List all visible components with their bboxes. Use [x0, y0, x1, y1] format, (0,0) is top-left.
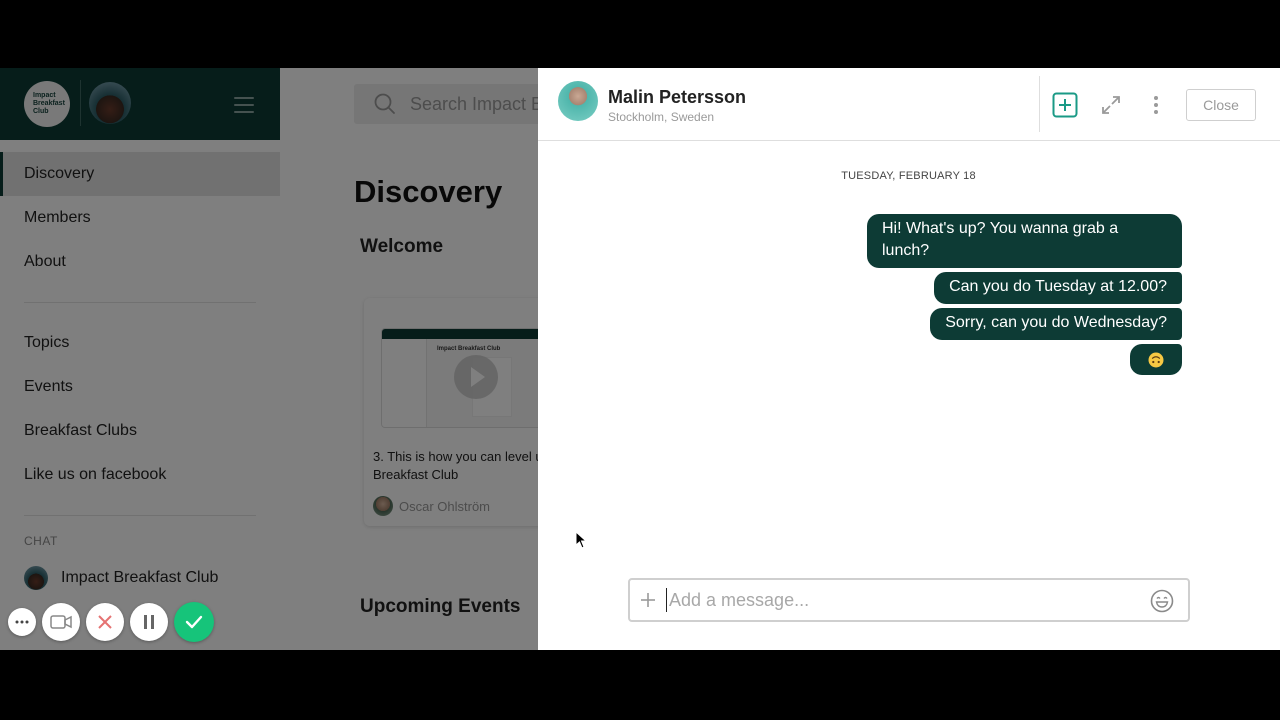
checkmark-icon: [185, 615, 203, 629]
expand-button[interactable]: [1098, 92, 1124, 118]
contact-location: Stockholm, Sweden: [608, 110, 715, 124]
chat-panel: Malin Petersson Stockholm, Sweden Close …: [538, 68, 1280, 650]
add-participant-button[interactable]: [1052, 92, 1078, 118]
contact-name[interactable]: Malin Petersson: [608, 87, 746, 108]
close-icon: [98, 615, 112, 629]
header-divider: [1039, 76, 1040, 132]
expand-icon: [1102, 96, 1120, 114]
message-list: Hi! What's up? You wanna grab a lunch? C…: [538, 214, 1182, 379]
message-composer: [628, 578, 1190, 622]
recording-controls: [8, 602, 220, 642]
horizontal-dots-icon: [15, 620, 29, 624]
upside-down-face-icon: [1148, 352, 1164, 367]
smiley-icon[interactable]: [1150, 589, 1174, 613]
attach-plus-icon[interactable]: [640, 592, 656, 608]
chat-header: Malin Petersson Stockholm, Sweden Close: [538, 68, 1280, 141]
contact-avatar[interactable]: [558, 81, 598, 121]
pause-icon: [144, 615, 154, 629]
recorder-more-button[interactable]: [8, 608, 36, 636]
mouse-cursor-icon: [575, 531, 587, 549]
emoji-message-bubble[interactable]: [1130, 344, 1182, 375]
app-window: Impact Breakfast Club Discovery Members …: [0, 68, 1280, 650]
message-bubble[interactable]: Can you do Tuesday at 12.00?: [934, 272, 1182, 304]
date-separator: TUESDAY, FEBRUARY 18: [841, 170, 976, 182]
more-options-button[interactable]: [1143, 92, 1169, 118]
camera-icon: [50, 615, 72, 629]
finish-recording-button[interactable]: [174, 602, 214, 642]
message-bubble[interactable]: Sorry, can you do Wednesday?: [930, 308, 1182, 340]
camera-toggle-button[interactable]: [42, 603, 80, 641]
message-bubble[interactable]: Hi! What's up? You wanna grab a lunch?: [867, 214, 1182, 268]
cancel-recording-button[interactable]: [86, 603, 124, 641]
close-button[interactable]: Close: [1186, 89, 1256, 121]
pause-recording-button[interactable]: [130, 603, 168, 641]
vertical-dots-icon: [1154, 96, 1158, 114]
message-input[interactable]: [666, 588, 1136, 612]
plus-square-icon: [1052, 92, 1078, 118]
